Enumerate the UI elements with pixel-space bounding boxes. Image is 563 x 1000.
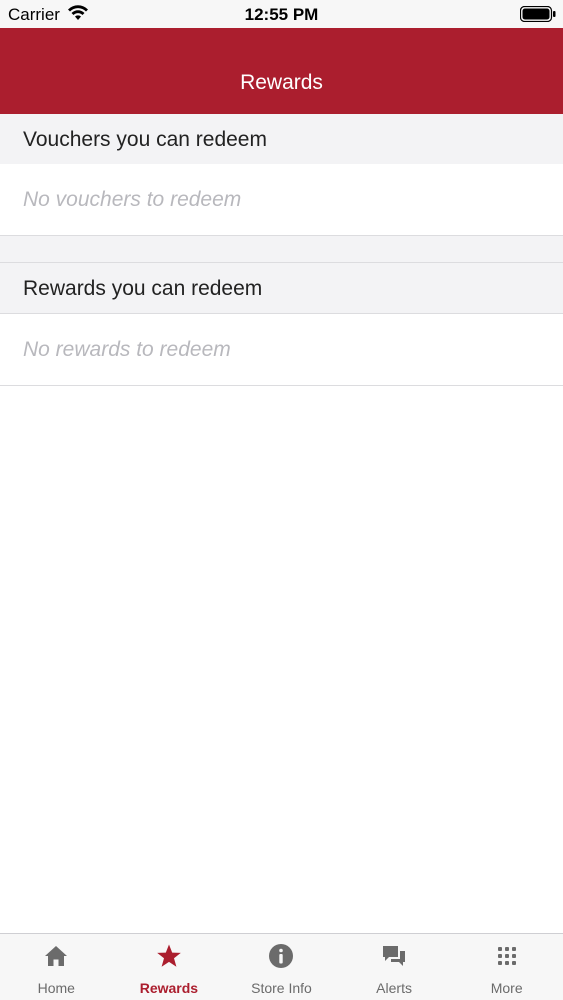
tab-store-info-label: Store Info bbox=[251, 980, 312, 996]
rewards-section-header: Rewards you can redeem bbox=[0, 262, 563, 314]
vouchers-empty-row: No vouchers to redeem bbox=[0, 164, 563, 236]
grid-dots-icon bbox=[497, 947, 516, 965]
page-title: Rewards bbox=[240, 71, 323, 94]
tab-home-label: Home bbox=[37, 980, 75, 996]
battery-icon bbox=[520, 6, 556, 22]
tab-alerts-label: Alerts bbox=[376, 980, 412, 996]
rewards-empty-row: No rewards to redeem bbox=[0, 314, 563, 386]
tab-more[interactable]: More bbox=[450, 934, 563, 1000]
tab-alerts[interactable]: Alerts bbox=[338, 934, 451, 1000]
tab-rewards[interactable]: Rewards bbox=[113, 934, 226, 1000]
home-icon bbox=[45, 946, 68, 966]
vouchers-section-title: Vouchers you can redeem bbox=[23, 128, 267, 151]
rewards-empty-text: No rewards to redeem bbox=[23, 338, 231, 361]
tab-bar: Home Rewards Store Info Alerts More bbox=[0, 933, 563, 1000]
chat-bubbles-icon bbox=[383, 946, 406, 966]
vouchers-section-header: Vouchers you can redeem bbox=[0, 114, 563, 166]
clock: 12:55 PM bbox=[244, 5, 319, 24]
tab-rewards-label: Rewards bbox=[139, 980, 199, 996]
navigation-bar: Rewards bbox=[0, 28, 563, 114]
status-bar: Carrier 12:55 PM bbox=[0, 0, 563, 28]
star-icon bbox=[157, 944, 181, 967]
tab-more-label: More bbox=[490, 980, 523, 996]
tab-store-info[interactable]: Store Info bbox=[225, 934, 338, 1000]
tab-home[interactable]: Home bbox=[0, 934, 113, 1000]
rewards-screen: Carrier 12:55 PM Rewards Vouchers you ca… bbox=[0, 0, 563, 1000]
vouchers-empty-text: No vouchers to redeem bbox=[23, 188, 242, 211]
info-icon bbox=[269, 944, 294, 968]
rewards-section-title: Rewards you can redeem bbox=[23, 277, 263, 300]
section-separator bbox=[0, 236, 563, 263]
